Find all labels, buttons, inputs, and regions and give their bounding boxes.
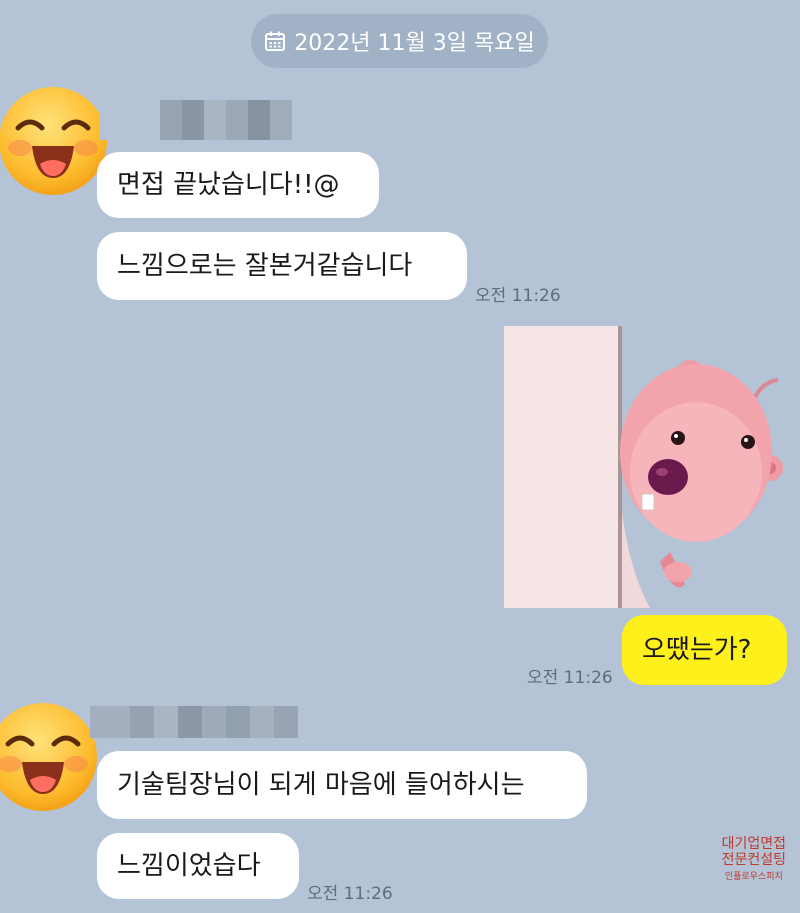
date-text: 2022년 11월 3일 목요일: [294, 31, 535, 56]
watermark-line2: 전문컨설팅: [721, 852, 786, 869]
message-bubble[interactable]: 느낌이었습다: [97, 833, 299, 899]
sender-avatar[interactable]: [0, 86, 108, 196]
message-timestamp: 오전 11:26: [307, 884, 393, 904]
my-message-bubble[interactable]: 오땠는가?: [622, 615, 787, 685]
beaver-sticker[interactable]: [500, 322, 800, 612]
message-bubble[interactable]: 느낌으로는 잘본거같습니다: [97, 232, 467, 300]
message-timestamp: 오전 11:26: [475, 286, 561, 306]
watermark: 대기업면접 전문컨설팅 인플로우스피치: [722, 836, 786, 883]
calendar-icon: [264, 30, 286, 52]
message-text: 느낌으로는 잘본거같습니다: [117, 251, 413, 281]
message-timestamp: 오전 11:26: [527, 668, 613, 688]
message-bubble[interactable]: 면접 끝났습니다!!@: [97, 152, 379, 218]
sender-avatar[interactable]: [0, 702, 98, 812]
message-text: 오땠는가?: [642, 635, 752, 665]
watermark-line1: 대기업면접: [721, 836, 786, 852]
message-text: 면접 끝났습니다!!@: [117, 170, 340, 200]
message-text: 기술팀장님이 되게 마음에 들어하시는: [117, 770, 525, 800]
watermark-line3: 인플로우스피치: [724, 872, 783, 883]
sender-name-blurred: [90, 706, 298, 738]
message-text: 느낌이었습다: [117, 851, 261, 881]
message-bubble[interactable]: 기술팀장님이 되게 마음에 들어하시는: [97, 751, 587, 819]
date-divider: 2022년 11월 3일 목요일: [251, 14, 548, 68]
sender-name-blurred: [100, 100, 292, 140]
